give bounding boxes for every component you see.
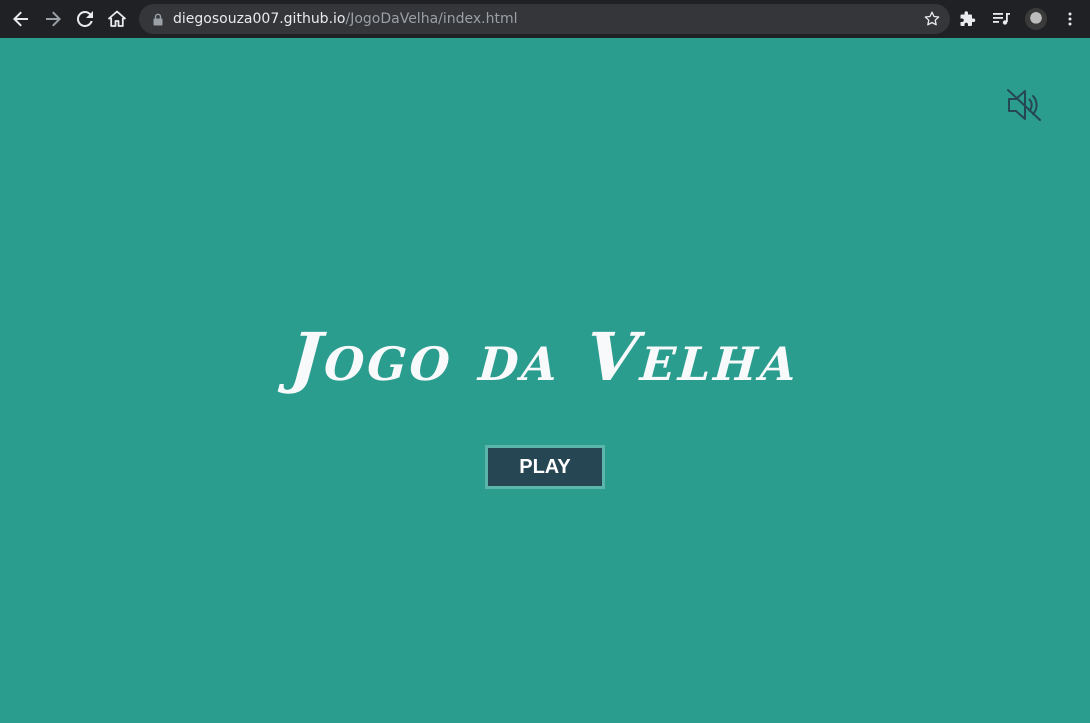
- url-text: diegosouza007.github.io/JogoDaVelha/inde…: [173, 11, 518, 27]
- speaker-muted-icon: [1007, 89, 1041, 121]
- more-vertical-icon: [1068, 12, 1072, 26]
- puzzle-icon: [960, 11, 976, 26]
- bookmark-star-icon[interactable]: [924, 11, 940, 27]
- media-controls-button[interactable]: [986, 3, 1018, 35]
- avatar: [1025, 8, 1047, 30]
- game-page: Jogo da Velha PLAY: [0, 38, 1090, 723]
- sound-toggle-button[interactable]: [1005, 86, 1043, 124]
- play-button[interactable]: PLAY: [485, 445, 605, 489]
- lock-icon: [151, 12, 165, 26]
- playlist-icon: [993, 13, 1010, 25]
- profile-button[interactable]: [1020, 3, 1052, 35]
- menu-button[interactable]: [1054, 3, 1086, 35]
- forward-button[interactable]: [37, 3, 69, 35]
- reload-icon: [77, 11, 93, 27]
- reload-button[interactable]: [69, 3, 101, 35]
- toolbar-actions: [952, 0, 1090, 38]
- back-button[interactable]: [5, 3, 37, 35]
- home-icon: [108, 10, 126, 27]
- game-title: Jogo da Velha: [287, 318, 803, 396]
- address-bar[interactable]: diegosouza007.github.io/JogoDaVelha/inde…: [139, 4, 950, 34]
- arrow-right-icon: [46, 11, 61, 27]
- extensions-button[interactable]: [952, 3, 984, 35]
- browser-toolbar: diegosouza007.github.io/JogoDaVelha/inde…: [0, 0, 1090, 38]
- arrow-left-icon: [13, 11, 28, 27]
- url-path: /JogoDaVelha/index.html: [345, 11, 518, 27]
- home-button[interactable]: [101, 3, 133, 35]
- url-host: diegosouza007.github.io: [173, 11, 346, 27]
